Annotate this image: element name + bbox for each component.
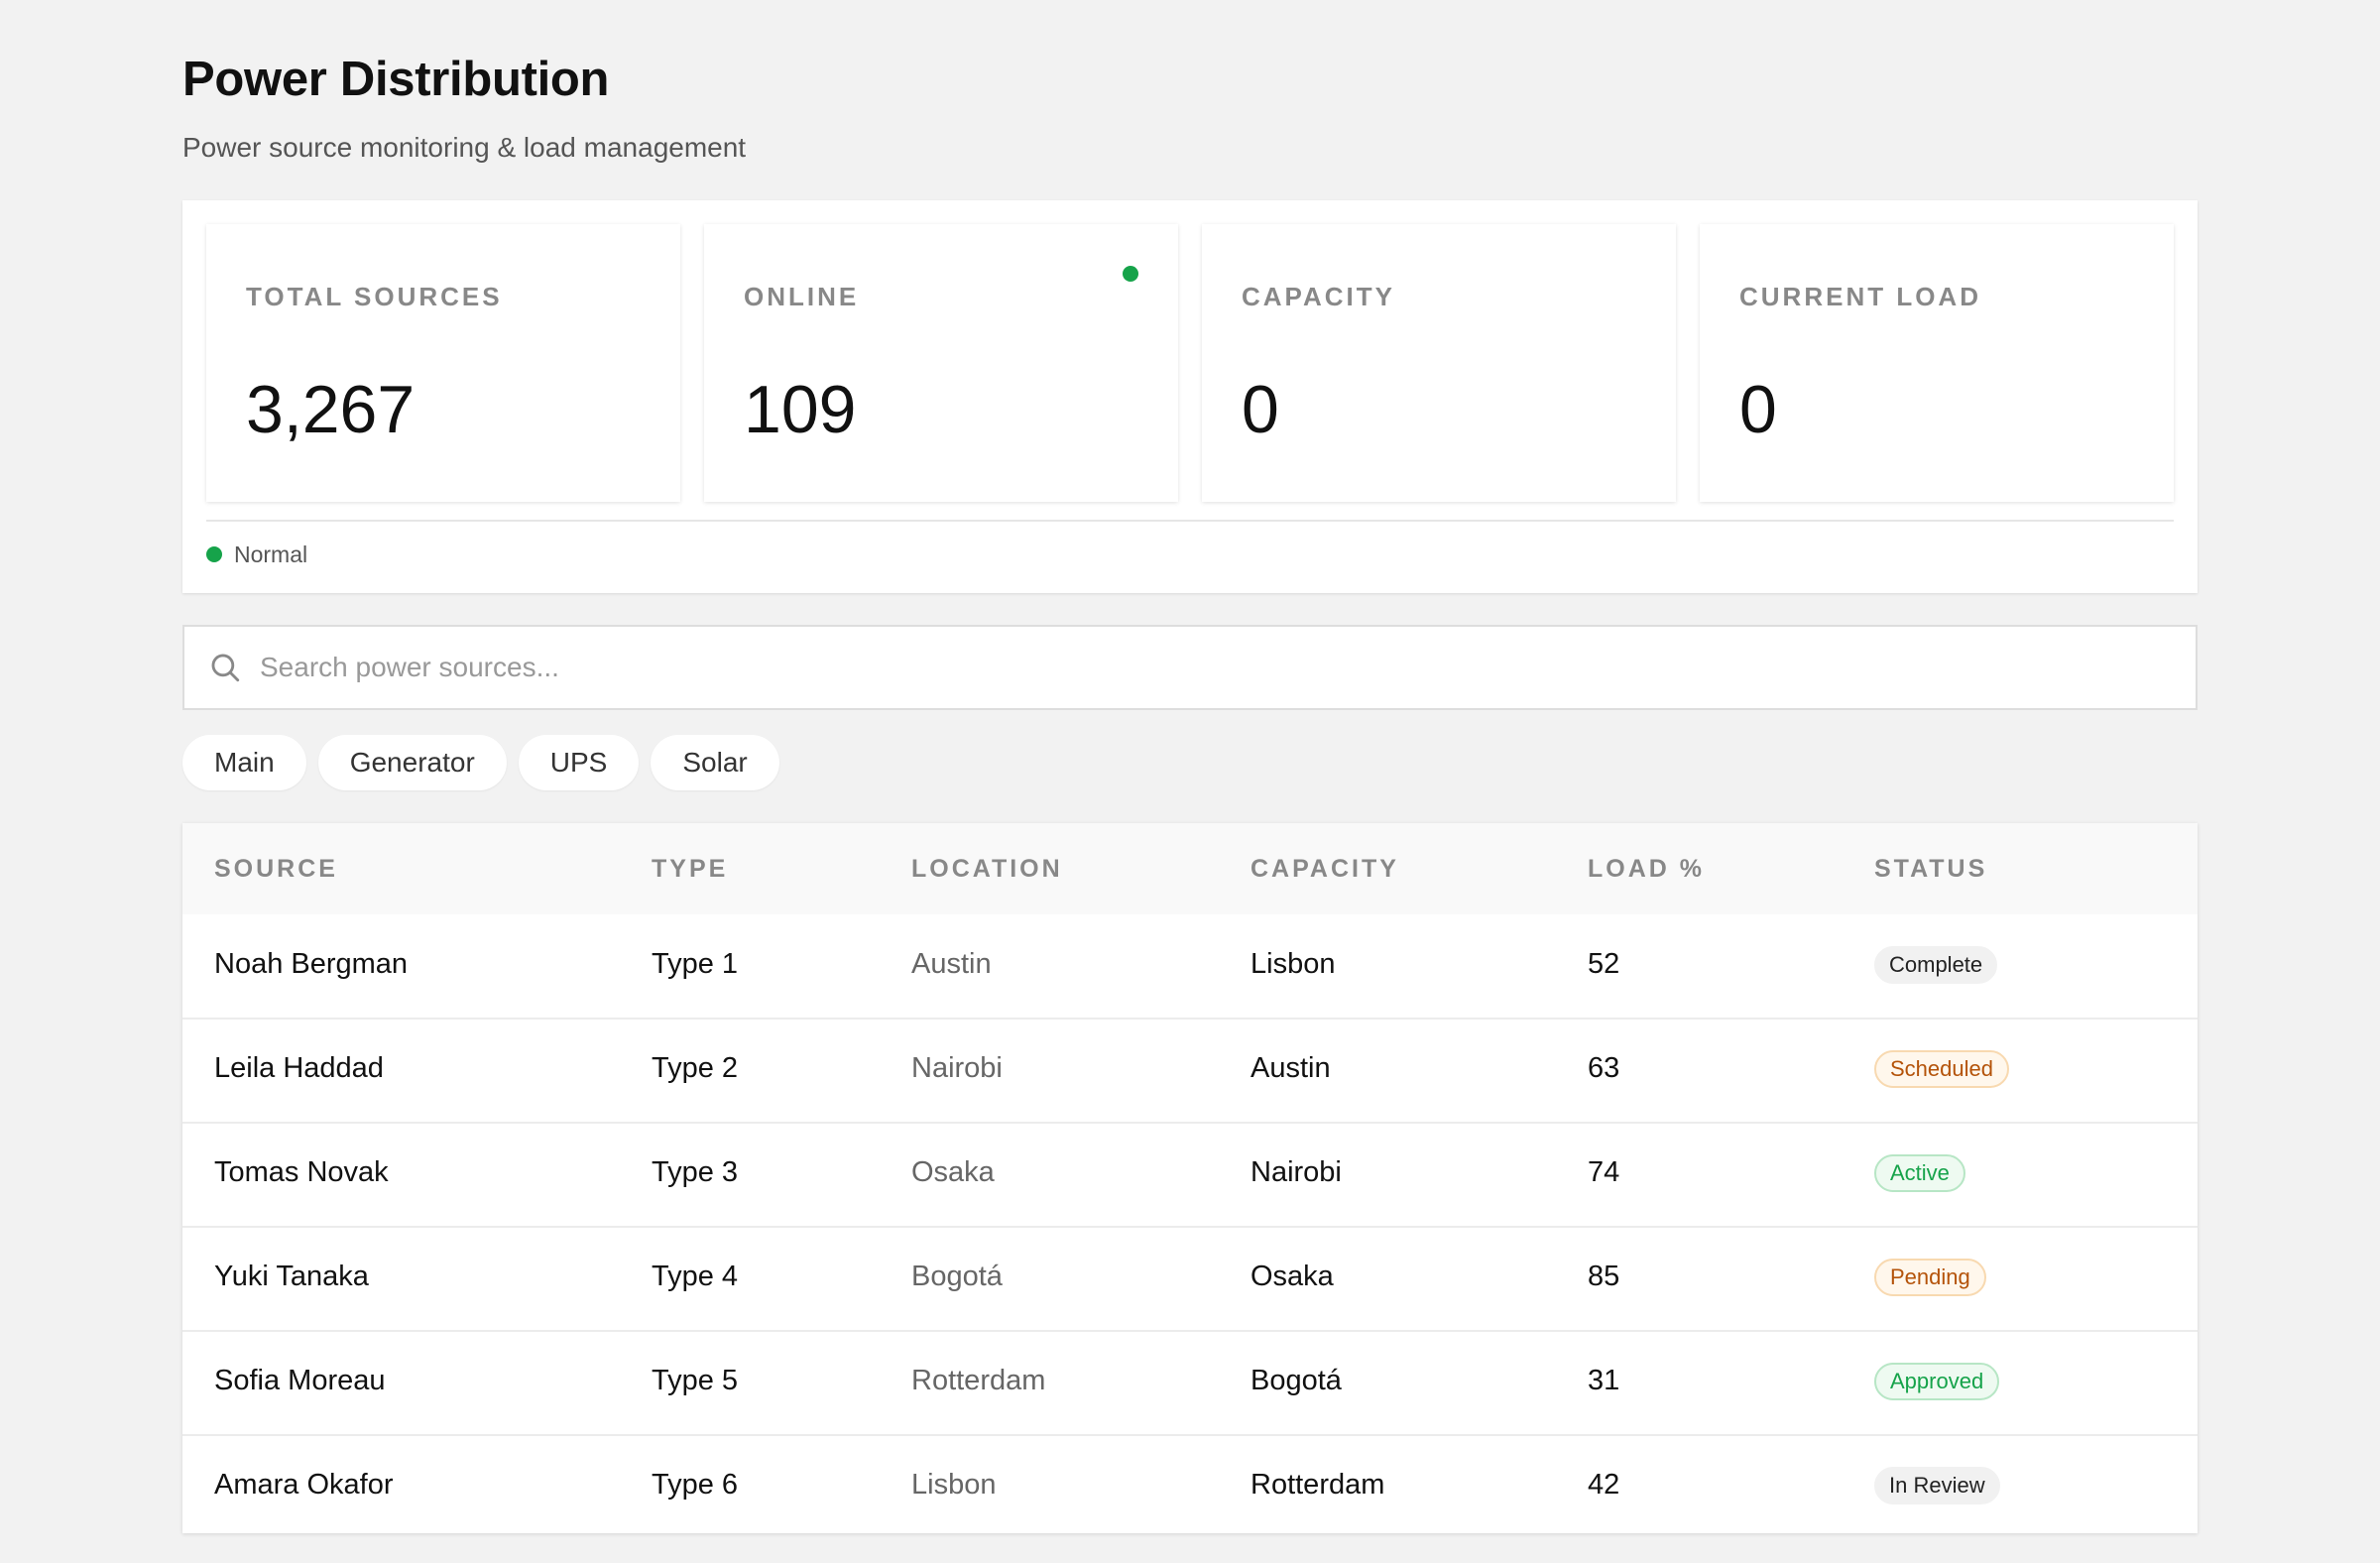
- table-row[interactable]: Yuki Tanaka Type 4 Bogotá Osaka 85 Pendi…: [182, 1227, 2198, 1332]
- filter-chip-ups[interactable]: UPS: [518, 735, 640, 790]
- cell-load: 63: [1588, 1052, 1620, 1084]
- cell-location: Austin: [911, 948, 992, 980]
- stat-value: 0: [1242, 372, 1279, 447]
- filter-chip-solar[interactable]: Solar: [651, 735, 779, 790]
- stats-divider: [206, 520, 2174, 522]
- stat-value: 109: [744, 372, 857, 447]
- cell-capacity: Austin: [1250, 1052, 1331, 1084]
- table-header: SOURCE TYPE LOCATION CAPACITY LOAD % STA…: [182, 823, 2198, 914]
- cell-location: Lisbon: [911, 1469, 997, 1501]
- cell-capacity: Lisbon: [1250, 948, 1336, 980]
- cell-source: Yuki Tanaka: [214, 1261, 369, 1292]
- cell-load: 85: [1588, 1261, 1620, 1292]
- system-status: Normal: [206, 540, 307, 569]
- cell-source: Tomas Novak: [214, 1156, 389, 1188]
- table-row[interactable]: Tomas Novak Type 3 Osaka Nairobi 74 Acti…: [182, 1123, 2198, 1228]
- status-badge: Approved: [1874, 1363, 2000, 1400]
- cell-load: 42: [1588, 1469, 1620, 1501]
- status-badge: In Review: [1874, 1467, 2000, 1504]
- page-subtitle: Power source monitoring & load managemen…: [182, 132, 747, 163]
- power-sources-table: SOURCE TYPE LOCATION CAPACITY LOAD % STA…: [182, 823, 2198, 1533]
- status-dot-icon: [206, 546, 222, 562]
- cell-capacity: Rotterdam: [1250, 1469, 1385, 1501]
- cell-location: Rotterdam: [911, 1365, 1046, 1396]
- cell-type: Type 1: [652, 948, 739, 980]
- cell-capacity: Osaka: [1250, 1261, 1334, 1292]
- filter-chips: Main Generator UPS Solar: [182, 735, 779, 790]
- stat-label: ONLINE: [744, 282, 860, 311]
- cell-location: Osaka: [911, 1156, 995, 1188]
- search-input[interactable]: [260, 627, 2144, 708]
- status-badge: Scheduled: [1874, 1050, 2009, 1088]
- cell-type: Type 4: [652, 1261, 739, 1292]
- status-badge: Complete: [1874, 946, 1998, 984]
- table-row[interactable]: Noah Bergman Type 1 Austin Lisbon 52 Com…: [182, 914, 2198, 1020]
- table-row[interactable]: Leila Haddad Type 2 Nairobi Austin 63 Sc…: [182, 1019, 2198, 1124]
- cell-source: Leila Haddad: [214, 1052, 384, 1084]
- online-indicator-dot-icon: [1123, 266, 1138, 282]
- cell-type: Type 5: [652, 1365, 739, 1396]
- status-badge: Pending: [1874, 1259, 1986, 1296]
- column-header-status[interactable]: STATUS: [1874, 855, 1987, 884]
- column-header-location[interactable]: LOCATION: [911, 855, 1063, 884]
- filter-chip-main[interactable]: Main: [182, 735, 306, 790]
- cell-load: 31: [1588, 1365, 1620, 1396]
- status-text: Normal: [234, 541, 308, 567]
- stats-panel: TOTAL SOURCES 3,267 ONLINE 109 CAPACITY …: [182, 200, 2198, 593]
- cell-load: 74: [1588, 1156, 1620, 1188]
- search-box: [182, 625, 2198, 710]
- cell-capacity: Bogotá: [1250, 1365, 1342, 1396]
- search-icon: [211, 654, 240, 682]
- table-row[interactable]: Sofia Moreau Type 5 Rotterdam Bogotá 31 …: [182, 1331, 2198, 1436]
- stat-card-total-sources: TOTAL SOURCES 3,267: [206, 224, 680, 502]
- stat-label: CAPACITY: [1242, 282, 1395, 311]
- stat-label: TOTAL SOURCES: [246, 282, 503, 311]
- stat-value: 3,267: [246, 372, 416, 447]
- cell-source: Noah Bergman: [214, 948, 409, 980]
- column-header-type[interactable]: TYPE: [652, 855, 728, 884]
- cell-location: Nairobi: [911, 1052, 1003, 1084]
- column-header-load[interactable]: LOAD %: [1588, 855, 1705, 884]
- cell-capacity: Nairobi: [1250, 1156, 1342, 1188]
- cell-location: Bogotá: [911, 1261, 1003, 1292]
- stat-value: 0: [1739, 372, 1777, 447]
- cell-source: Sofia Moreau: [214, 1365, 386, 1396]
- filter-chip-generator[interactable]: Generator: [317, 735, 507, 790]
- stat-label: CURRENT LOAD: [1739, 282, 1981, 311]
- cell-load: 52: [1588, 948, 1620, 980]
- cell-type: Type 6: [652, 1469, 739, 1501]
- stat-card-online: ONLINE 109: [704, 224, 1178, 502]
- cell-type: Type 3: [652, 1156, 739, 1188]
- stat-card-current-load: CURRENT LOAD 0: [1700, 224, 2174, 502]
- status-badge: Active: [1874, 1154, 1965, 1192]
- cell-source: Amara Okafor: [214, 1469, 394, 1501]
- column-header-source[interactable]: SOURCE: [214, 855, 338, 884]
- table-row[interactable]: Amara Okafor Type 6 Lisbon Rotterdam 42 …: [182, 1435, 2198, 1538]
- cell-type: Type 2: [652, 1052, 739, 1084]
- page-title: Power Distribution: [182, 53, 610, 106]
- column-header-capacity[interactable]: CAPACITY: [1250, 855, 1399, 884]
- stat-card-capacity: CAPACITY 0: [1202, 224, 1676, 502]
